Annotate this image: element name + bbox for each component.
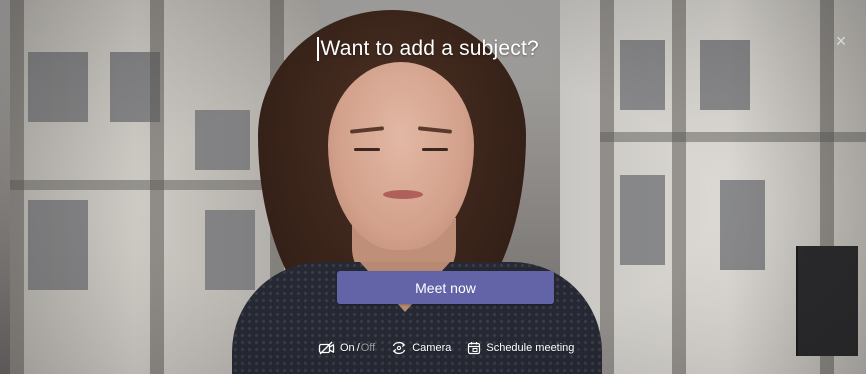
video-on-label: On — [340, 342, 355, 354]
schedule-meeting-button[interactable]: Schedule meeting — [467, 341, 574, 355]
close-icon[interactable]: × — [832, 32, 850, 50]
video-off-label: Off — [360, 342, 376, 354]
calendar-icon — [467, 341, 481, 355]
subject-input[interactable]: Want to add a subject? — [317, 34, 539, 64]
camera-switch-icon — [391, 341, 407, 355]
meet-now-button[interactable]: Meet now — [337, 271, 554, 304]
schedule-meeting-label: Schedule meeting — [486, 342, 575, 354]
camera-label: Camera — [412, 342, 452, 354]
video-toggle-separator: / — [356, 342, 360, 354]
text-caret — [317, 37, 319, 61]
camera-button[interactable]: Camera — [391, 341, 451, 355]
meeting-options-bar: On / Off Camera Schedule meeting — [318, 339, 574, 357]
video-off-icon — [318, 341, 335, 355]
video-toggle[interactable]: On / Off — [318, 341, 375, 355]
subject-placeholder: Want to add a subject? — [320, 37, 539, 60]
